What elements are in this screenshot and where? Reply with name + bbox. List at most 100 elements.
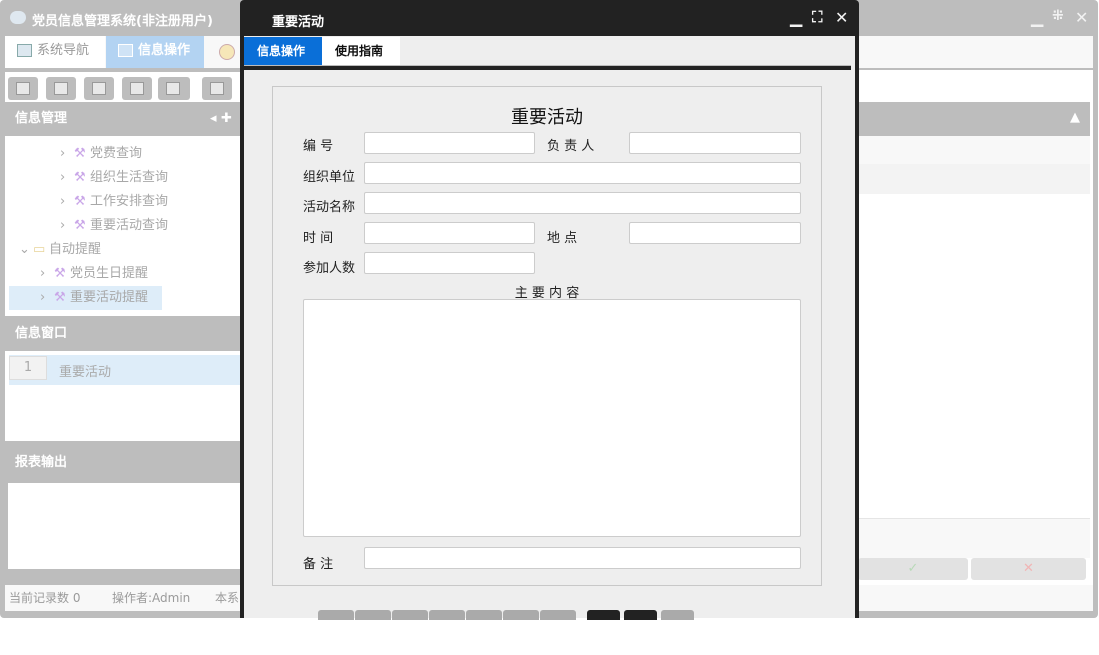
label-time: 时 间: [303, 231, 334, 246]
nav-button[interactable]: [355, 610, 391, 620]
label-org: 组织单位: [303, 170, 356, 185]
tree-label: 党费查询: [90, 146, 143, 161]
tree-label: 重要活动提醒: [70, 290, 149, 305]
tree-label: 自动提醒: [49, 242, 102, 257]
folder-icon: ▭: [33, 242, 46, 257]
wand-icon: ⚒: [74, 194, 86, 209]
grid-icon: [118, 44, 133, 57]
dialog-body: 信息操作 使用指南 重要活动 编 号 负 责 人 组织单位 活动名称 时 间 地…: [244, 36, 855, 620]
nav-button[interactable]: [540, 610, 576, 620]
add-button[interactable]: [202, 77, 232, 100]
label-activity: 活动名称: [303, 200, 356, 215]
panel-title: 信息管理: [15, 111, 68, 126]
screen-icon: [166, 82, 180, 95]
tree-item[interactable]: › ⚒ 工作安排查询: [60, 190, 168, 214]
activity-form: 重要活动 编 号 负 责 人 组织单位 活动名称 时 间 地 点 参加人数 主 …: [272, 86, 822, 586]
operator: 操作者:Admin: [112, 591, 191, 605]
chevron-right-icon: ›: [40, 266, 46, 281]
cancel-button[interactable]: [624, 610, 657, 620]
panel-title: 信息窗口: [15, 326, 68, 341]
wand-icon: ⚒: [74, 146, 86, 161]
wand-icon: ⚒: [54, 290, 66, 305]
tree-label: 党员生日提醒: [70, 266, 149, 281]
app-title: 党员信息管理系统(非注册用户): [32, 14, 213, 29]
minimize-icon[interactable]: ▁: [790, 8, 802, 27]
activity-name-input[interactable]: [364, 192, 801, 214]
search-icon: [16, 82, 30, 95]
monitor-icon: [17, 44, 32, 57]
save-button[interactable]: [587, 610, 620, 620]
nav-button[interactable]: [318, 610, 354, 620]
tab-label: 系统导航: [37, 43, 90, 58]
window-label: 重要活动: [59, 365, 112, 380]
minimize-icon[interactable]: ▁: [1031, 8, 1043, 27]
wand-icon: ⚒: [74, 218, 86, 233]
collapse-up-icon[interactable]: ▲: [1070, 110, 1080, 125]
panel-report-header[interactable]: 报表输出: [5, 446, 240, 480]
tree-view: › ⚒ 党费查询 › ⚒ 组织生活查询 › ⚒ 工作安排查询 › ⚒ 重要活动查询 ⌄ ▭ 自动提醒…: [5, 136, 240, 316]
tree-item[interactable]: › ⚒ 党费查询: [60, 142, 142, 166]
tab-system-nav[interactable]: 系统导航: [5, 36, 105, 68]
tab-guide[interactable]: 使用指南: [322, 37, 400, 65]
list-icon: [54, 82, 68, 95]
document-icon: [92, 82, 106, 95]
tree-folder[interactable]: ⌄ ▭ 自动提醒: [19, 238, 101, 262]
search-button[interactable]: [8, 77, 38, 100]
tree-item-selected[interactable]: › ⚒ 重要活动提醒: [9, 286, 162, 310]
tab-info-ops[interactable]: 信息操作: [244, 37, 322, 65]
cancel-button[interactable]: ✕: [971, 558, 1086, 580]
content-textarea[interactable]: [303, 299, 801, 537]
close-icon[interactable]: ✕: [835, 8, 848, 27]
tree-item[interactable]: › ⚒ 组织生活查询: [60, 166, 168, 190]
confirm-button[interactable]: ✓: [858, 558, 968, 580]
panel-info-window-header[interactable]: 信息窗口: [5, 317, 240, 351]
label-remark: 备 注: [303, 557, 334, 572]
label-number: 编 号: [303, 139, 334, 154]
collapse-left-icon[interactable]: ◂ ✚: [210, 102, 232, 136]
report-body: [8, 483, 240, 569]
maximize-icon[interactable]: ⛶: [812, 8, 823, 26]
place-input[interactable]: [629, 222, 801, 244]
tab-divider: [244, 65, 851, 70]
participant-count-input[interactable]: [364, 252, 535, 274]
nav-button[interactable]: [466, 610, 502, 620]
grid-row[interactable]: [858, 164, 1090, 194]
document-button[interactable]: [84, 77, 114, 100]
chevron-right-icon: ›: [60, 194, 66, 209]
tree-item[interactable]: › ⚒ 党员生日提醒: [40, 262, 148, 286]
remark-input[interactable]: [364, 547, 801, 569]
tab-info-ops[interactable]: 信息操作: [106, 36, 204, 68]
tree-label: 工作安排查询: [90, 194, 169, 209]
screen-button[interactable]: [158, 77, 190, 100]
status-extra: 本系: [215, 591, 240, 605]
right-panel: ▲ ✓ ✕: [858, 70, 1093, 585]
wand-icon: ⚒: [74, 170, 86, 185]
nav-button[interactable]: [503, 610, 539, 620]
owner-input[interactable]: [629, 132, 801, 154]
org-input[interactable]: [364, 162, 801, 184]
number-input[interactable]: [364, 132, 535, 154]
close-icon[interactable]: ✕: [1075, 8, 1088, 27]
tab-label: 信息操作: [138, 43, 191, 58]
close-button[interactable]: [661, 610, 694, 620]
tree-item[interactable]: › ⚒ 重要活动查询: [60, 214, 168, 238]
chevron-right-icon: ›: [60, 146, 66, 161]
chevron-down-icon: ⌄: [19, 242, 30, 257]
record-count: 当前记录数 0: [9, 591, 81, 605]
help-icon[interactable]: [219, 44, 235, 60]
action-bar: [858, 518, 1090, 558]
chevron-right-icon: ›: [60, 218, 66, 233]
add-icon: [210, 82, 224, 95]
time-input[interactable]: [364, 222, 535, 244]
nav-button[interactable]: [429, 610, 465, 620]
form-heading: 重要活动: [511, 107, 583, 128]
list-button[interactable]: [46, 77, 76, 100]
window-list-item[interactable]: 1 重要活动: [9, 355, 240, 385]
restore-icon[interactable]: ⁜: [1052, 8, 1064, 24]
label-owner: 负 责 人: [547, 139, 595, 154]
user-icon: [130, 82, 144, 95]
user-button[interactable]: [122, 77, 152, 100]
panel-info-mgmt-header[interactable]: 信息管理 ◂ ✚: [5, 102, 240, 136]
nav-button[interactable]: [392, 610, 428, 620]
grid-row[interactable]: [858, 136, 1090, 164]
